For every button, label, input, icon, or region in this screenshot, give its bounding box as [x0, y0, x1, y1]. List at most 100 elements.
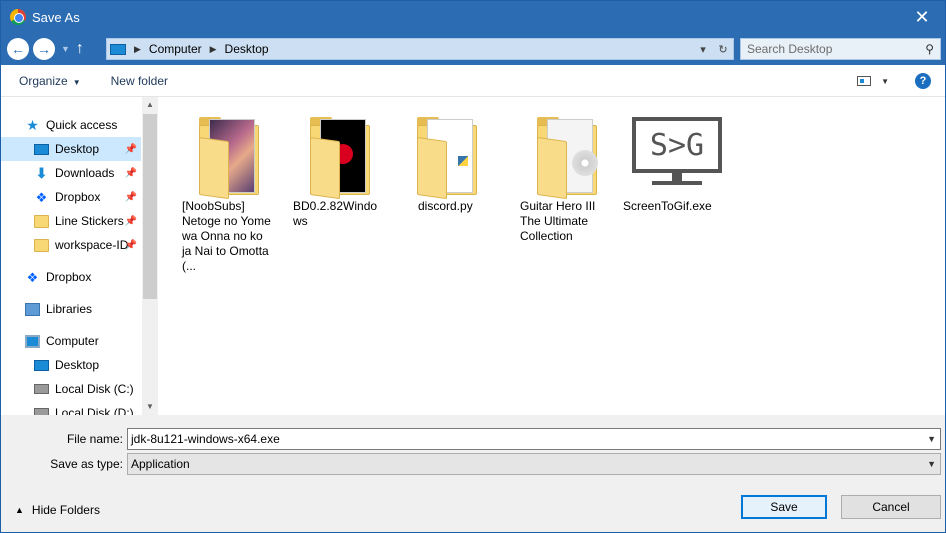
sidebar-item-local-disk-c[interactable]: Local Disk (C:) — [1, 377, 141, 401]
chevron-up-icon: ▲ — [15, 505, 24, 515]
screentogif-logo: S>G — [632, 117, 722, 173]
file-name: [NoobSubs] Netoge no Yome wa Onna no ko … — [182, 199, 271, 273]
sidebar-item-computer[interactable]: Computer — [1, 329, 141, 353]
file-name: ScreenToGif.exe — [623, 199, 712, 213]
navigation-pane: ★ Quick access Desktop 📌 ⬇ Downloads 📌 ❖… — [1, 97, 158, 415]
save-as-dialog: Save As ✕ ← → ▼ ↑ ▶ Computer ▶ Desktop ▾… — [0, 0, 946, 533]
dropbox-icon: ❖ — [35, 189, 48, 205]
window-title: Save As — [32, 9, 80, 25]
file-name: Guitar Hero III The Ultimate Collection — [520, 199, 596, 243]
file-item[interactable]: [NoobSubs] Netoge no Yome wa Onna no ko … — [178, 113, 278, 274]
savetype-value: Application — [131, 457, 190, 471]
sidebar-item-dropbox[interactable]: ❖ Dropbox — [1, 265, 141, 289]
scroll-down-icon[interactable]: ▼ — [142, 399, 158, 415]
sidebar-item-label: Line Stickers — [55, 214, 124, 228]
close-icon[interactable]: ✕ — [899, 1, 945, 33]
sidebar-item-label: Desktop — [55, 358, 100, 372]
refresh-icon[interactable]: ↻ — [713, 43, 733, 56]
sidebar-item-label: Dropbox — [55, 190, 101, 204]
search-icon[interactable]: ⚲ — [925, 42, 934, 56]
address-dropdown-icon[interactable]: ▾ — [693, 43, 713, 56]
folder-thumbnail-icon — [411, 113, 481, 200]
hide-folders-button[interactable]: ▲ Hide Folders — [15, 503, 100, 517]
sidebar-item-dropbox-pinned[interactable]: ❖ Dropbox 📌 — [1, 185, 141, 209]
file-list: [NoobSubs] Netoge no Yome wa Onna no ko … — [158, 97, 945, 415]
dropbox-icon: ❖ — [26, 269, 39, 285]
organize-label: Organize — [19, 73, 68, 88]
help-icon[interactable]: ? — [915, 73, 931, 89]
pin-icon: 📌 — [124, 215, 137, 227]
organize-button[interactable]: Organize ▼ — [19, 74, 81, 88]
sidebar-scrollbar[interactable]: ▲ ▼ — [142, 97, 158, 415]
pin-icon: 📌 — [124, 239, 137, 251]
sidebar-item-local-disk-d[interactable]: Local Disk (D:) — [1, 401, 141, 415]
save-button[interactable]: Save — [741, 495, 827, 519]
sidebar-item-computer-desktop[interactable]: Desktop — [1, 353, 141, 377]
file-item[interactable]: S>G ScreenToGif.exe — [621, 113, 722, 214]
filename-input[interactable]: jdk-8u121-windows-x64.exe ▼ — [127, 428, 941, 450]
sidebar-item-label: Libraries — [46, 302, 93, 316]
view-options-icon[interactable] — [857, 76, 872, 86]
computer-icon — [25, 334, 40, 348]
disk-icon — [34, 384, 49, 394]
search-input[interactable]: Search Desktop ⚲ — [740, 38, 941, 60]
filename-value: jdk-8u121-windows-x64.exe — [131, 432, 280, 446]
sidebar-item-label: Quick access — [46, 118, 118, 132]
breadcrumb-desktop[interactable]: Desktop — [225, 42, 269, 56]
computer-icon — [110, 43, 126, 55]
cancel-button[interactable]: Cancel — [841, 495, 941, 519]
sidebar-item-label: Local Disk (D:) — [55, 406, 134, 415]
desktop-icon — [34, 143, 49, 155]
save-form: File name: jdk-8u121-windows-x64.exe ▼ S… — [1, 415, 945, 532]
sidebar-item-label: Dropbox — [46, 270, 92, 284]
chevron-down-icon[interactable]: ▼ — [61, 44, 70, 54]
filename-label: File name: — [66, 432, 123, 446]
cancel-label: Cancel — [872, 500, 910, 514]
view-dropdown-icon[interactable]: ▼ — [881, 77, 889, 86]
address-bar[interactable]: ▶ Computer ▶ Desktop ▾ ↻ — [106, 38, 734, 60]
file-item[interactable]: Guitar Hero III The Ultimate Collection — [516, 113, 616, 244]
libraries-icon — [25, 302, 40, 316]
sidebar-item-label: Computer — [46, 334, 99, 348]
sidebar-item-quick-access[interactable]: ★ Quick access — [1, 113, 141, 137]
save-label: Save — [770, 500, 798, 514]
hide-folders-label: Hide Folders — [31, 503, 100, 517]
pin-icon: 📌 — [124, 143, 137, 155]
sidebar-item-label: Downloads — [55, 166, 115, 180]
star-icon: ★ — [26, 116, 39, 133]
savetype-label: Save as type: — [50, 457, 123, 471]
folder-thumbnail-icon — [304, 113, 374, 200]
screentogif-icon: S>G — [632, 113, 722, 193]
breadcrumb-computer[interactable]: Computer — [149, 42, 202, 56]
sidebar-item-desktop[interactable]: Desktop 📌 — [1, 137, 141, 161]
download-icon: ⬇ — [35, 164, 48, 181]
desktop-icon — [34, 359, 49, 371]
scroll-thumb[interactable] — [143, 114, 157, 299]
toolbar: Organize ▼ New folder ▼ ? — [1, 65, 945, 97]
file-name: BD0.2.82Windows — [293, 199, 378, 228]
savetype-select[interactable]: Application ▼ — [127, 453, 941, 475]
scroll-up-icon[interactable]: ▲ — [142, 97, 158, 113]
sidebar-item-label: Local Disk (C:) — [55, 382, 134, 396]
chevron-down-icon[interactable]: ▼ — [927, 434, 936, 444]
sidebar-item-downloads[interactable]: ⬇ Downloads 📌 — [1, 161, 141, 185]
up-arrow-icon[interactable]: ↑ — [76, 40, 84, 58]
folder-thumbnail-icon — [193, 113, 263, 200]
chrome-icon — [10, 9, 26, 25]
new-folder-button[interactable]: New folder — [111, 74, 168, 88]
sidebar-item-label: Desktop — [55, 142, 100, 156]
sidebar-item-libraries[interactable]: Libraries — [1, 297, 141, 321]
sidebar-item-line-stickers[interactable]: Line Stickers 📌 — [1, 209, 141, 233]
navigation-bar: ← → ▼ ↑ ▶ Computer ▶ Desktop ▾ ↻ Search … — [1, 33, 945, 65]
breadcrumb-separator-icon[interactable]: ▶ — [134, 44, 141, 55]
sidebar-item-workspace[interactable]: workspace-ID 📌 — [1, 233, 141, 257]
back-arrow-icon[interactable]: ← — [7, 38, 29, 60]
file-item[interactable]: BD0.2.82Windows — [289, 113, 389, 229]
disk-icon — [34, 408, 49, 415]
chevron-down-icon[interactable]: ▼ — [927, 459, 936, 469]
file-name: discord.py — [418, 199, 473, 213]
breadcrumb-separator-icon[interactable]: ▶ — [210, 44, 217, 55]
forward-arrow-icon[interactable]: → — [33, 38, 55, 60]
file-item[interactable]: discord.py — [396, 113, 496, 214]
pin-icon: 📌 — [124, 167, 137, 179]
